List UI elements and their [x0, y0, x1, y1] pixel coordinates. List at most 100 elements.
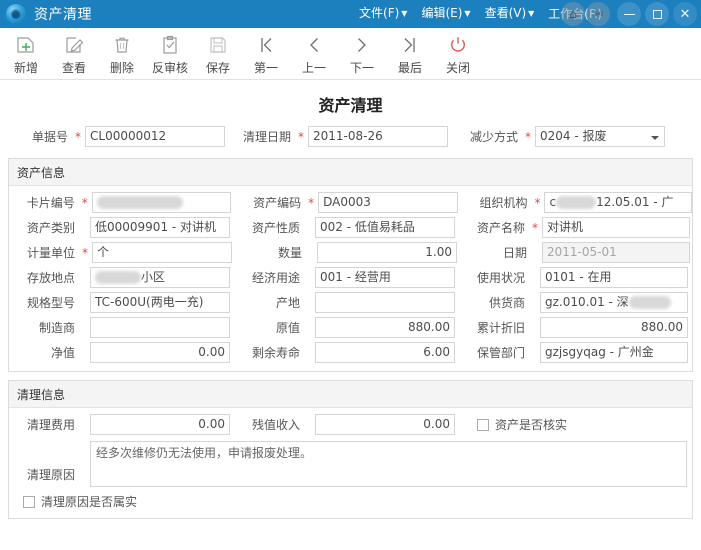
asset-info-group: 资产信息 卡片编号 * 资产编码 * DA0003 组织机构 * c 12.05.01 …	[8, 158, 693, 372]
toolbar-close[interactable]: 关闭	[434, 32, 482, 76]
original-value-input[interactable]: 880.00	[315, 317, 455, 338]
close-button[interactable]: ✕	[673, 2, 697, 26]
required-marker: *	[534, 195, 541, 210]
location-suffix: 小区	[141, 270, 166, 284]
asset-row-1: 卡片编号 * 资产编码 * DA0003 组织机构 * c 12.05.01 - 广	[9, 192, 692, 213]
chevron-down-icon: ▼	[401, 9, 408, 18]
toolbar-add[interactable]: 新增	[2, 32, 50, 76]
field-custody-dept-label: 保管部门	[476, 346, 525, 360]
redacted-value	[556, 196, 597, 209]
toolbar-unaudit[interactable]: 反审核	[146, 32, 194, 76]
remaining-life-input[interactable]: 6.00	[315, 342, 455, 363]
required-marker: *	[81, 195, 88, 210]
field-date-label: 日期	[502, 246, 527, 260]
asset-nature-input[interactable]: 002 - 低值易耗品	[315, 217, 455, 238]
field-remaining-life-label: 剩余寿命	[251, 346, 300, 360]
field-doc-no-label: 单据号	[31, 130, 68, 144]
field-supplier-label: 供货商	[488, 296, 525, 310]
field-original-value-label: 原值	[275, 321, 300, 335]
field-asset-code-label: 资产编码	[253, 196, 302, 210]
doc-no-input[interactable]: CL00000012	[85, 126, 225, 147]
unit-input[interactable]: 个	[92, 242, 232, 263]
quantity-input[interactable]: 1.00	[317, 242, 457, 263]
field-asset-name-label: 资产名称	[476, 221, 525, 235]
reason-truthful-checkbox[interactable]	[23, 495, 35, 508]
required-marker: *	[308, 195, 315, 210]
asset-verified-checkbox[interactable]	[477, 418, 489, 431]
net-value-input[interactable]: 0.00	[90, 342, 230, 363]
custody-dept-input[interactable]: gzjsgyqag - 广州金	[540, 342, 688, 363]
accum-depreciation-input[interactable]: 880.00	[540, 317, 688, 338]
field-unit-label: 计量单位	[26, 246, 75, 260]
decrease-type-select[interactable]: 0204 - 报废	[535, 126, 666, 147]
clear-info-body: 清理费用 0.00 残值收入 0.00 资产是否核实 清理原因 经多次维修仍无法…	[9, 408, 692, 518]
toolbar-save[interactable]: 保存	[194, 32, 242, 76]
economic-use-input[interactable]: 001 - 经营用	[315, 267, 455, 288]
chevron-down-icon: ▼	[464, 9, 471, 18]
asset-row-4: 存放地点 小区 经济用途 001 - 经营用 使用状况 0101 - 在用	[9, 267, 692, 288]
field-clear-cost-label: 清理费用	[26, 418, 75, 432]
manufacturer-input[interactable]	[90, 317, 230, 338]
power-close-icon	[448, 34, 468, 56]
field-decrease-type: 减少方式 * 0204 - 报废	[470, 126, 666, 147]
field-origin-label: 产地	[275, 296, 300, 310]
field-usage-status-label: 使用状况	[476, 271, 525, 285]
maximize-icon	[652, 9, 662, 19]
org-unit-suffix: 12.05.01 - 广	[596, 195, 674, 209]
maximize-button[interactable]	[645, 2, 669, 26]
field-spec-model-label: 规格型号	[26, 296, 75, 310]
asset-category-input[interactable]: 低00009901 - 对讲机	[90, 217, 230, 238]
origin-input[interactable]	[315, 292, 455, 313]
field-location-label: 存放地点	[26, 271, 75, 285]
salvage-income-input[interactable]: 0.00	[315, 414, 455, 435]
edit-view-icon	[64, 34, 84, 56]
redacted-value	[96, 196, 183, 209]
menu-file-label: 文件(F)	[359, 6, 400, 20]
toolbar-prev[interactable]: 上一	[290, 32, 338, 76]
clear-row-3: 清理原因是否属实	[9, 493, 692, 510]
toolbar-delete[interactable]: 删除	[98, 32, 146, 76]
toolbar-unaudit-label: 反审核	[151, 61, 188, 75]
last-record-icon	[400, 34, 420, 56]
spec-model-input[interactable]: TC-600U(两电一充)	[90, 292, 230, 313]
field-asset-nature-label: 资产性质	[251, 221, 300, 235]
page-body: 资产清理 单据号 * CL00000012 清理日期 * 2011-08-26 减少…	[0, 80, 701, 519]
clear-row-1: 清理费用 0.00 残值收入 0.00 资产是否核实	[9, 414, 692, 435]
usage-status-input[interactable]: 0101 - 在用	[540, 267, 688, 288]
asset-code-input[interactable]: DA0003	[318, 192, 458, 213]
toolbar-last[interactable]: 最后	[386, 32, 434, 76]
clear-reason-textarea[interactable]: 经多次维修仍无法使用，申请报废处理。	[90, 441, 687, 487]
field-doc-no: 单据号 * CL00000012	[12, 126, 225, 147]
menu-file[interactable]: 文件(F) ▼	[352, 0, 414, 29]
clear-info-title: 清理信息	[9, 381, 692, 408]
next-record-icon	[352, 34, 372, 56]
menu-bar: 文件(F) ▼ 编辑(E) ▼ 查看(V) ▼ 工作台(R) ✕	[352, 0, 701, 28]
document-header-row: 单据号 * CL00000012 清理日期 * 2011-08-26 减少方式 * 0…	[8, 126, 693, 156]
toolbar: 新增 查看 删除 反审核 保存 第一 上一 下一 最后 关闭	[0, 28, 701, 80]
asset-name-input[interactable]: 对讲机	[542, 217, 690, 238]
asset-verified-label: 资产是否核实	[495, 418, 568, 432]
asset-info-body: 卡片编号 * 资产编码 * DA0003 组织机构 * c 12.05.01 - 广 资…	[9, 186, 692, 371]
clear-cost-input[interactable]: 0.00	[90, 414, 230, 435]
minimize-icon	[623, 13, 635, 15]
location-input[interactable]: 小区	[90, 267, 230, 288]
reason-truthful-checkbox-group[interactable]: 清理原因是否属实	[23, 493, 137, 510]
app-title: 资产清理	[34, 7, 92, 23]
required-marker: *	[525, 129, 532, 144]
toolbar-first[interactable]: 第一	[242, 32, 290, 76]
field-economic-use-label: 经济用途	[251, 271, 300, 285]
toolbar-next[interactable]: 下一	[338, 32, 386, 76]
minimize-button[interactable]	[617, 2, 641, 26]
field-clear-reason-label: 清理原因	[26, 468, 75, 482]
field-accum-depreciation-label: 累计折旧	[476, 321, 525, 335]
toolbar-view[interactable]: 查看	[50, 32, 98, 76]
menu-edit[interactable]: 编辑(E) ▼	[414, 0, 477, 29]
org-unit-input[interactable]: c 12.05.01 - 广	[544, 192, 692, 213]
card-no-input[interactable]	[91, 192, 232, 213]
menu-view[interactable]: 查看(V) ▼	[478, 0, 542, 29]
menu-workbench[interactable]: 工作台(R)	[541, 0, 609, 28]
supplier-input[interactable]: gz.010.01 - 深	[540, 292, 688, 313]
clear-date-input[interactable]: 2011-08-26	[308, 126, 449, 147]
asset-verified-checkbox-group[interactable]: 资产是否核实	[477, 416, 567, 433]
page-title: 资产清理	[318, 96, 383, 115]
